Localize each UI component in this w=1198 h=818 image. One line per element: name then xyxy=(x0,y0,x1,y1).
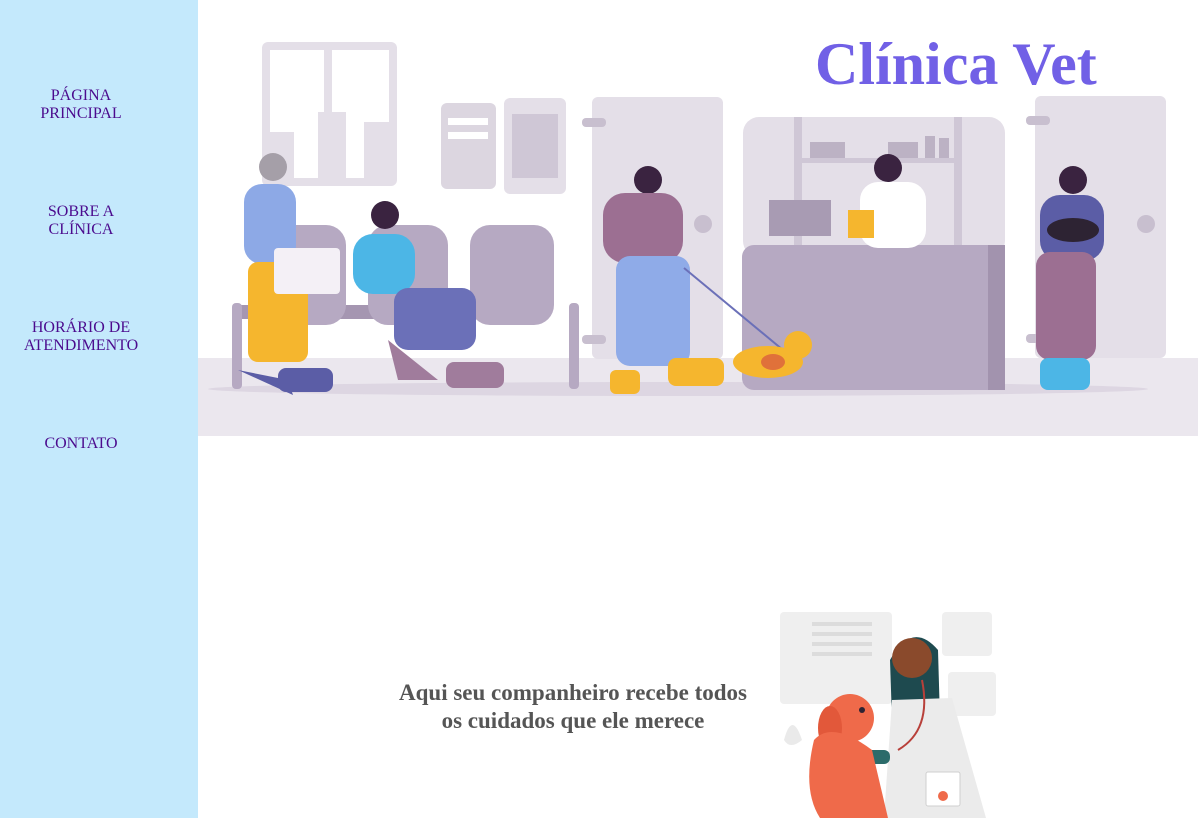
nav-link-hours[interactable]: HORÁRIO DE ATENDIMENTO xyxy=(0,319,198,355)
nav-link-home[interactable]: PÁGINA PRINCIPAL xyxy=(0,87,198,123)
hero-banner: Clínica Vet xyxy=(198,0,1198,436)
nav-link-home-line1: PÁGINA xyxy=(50,87,112,104)
nav-link-contact[interactable]: CONTATO xyxy=(0,435,198,453)
sidebar-nav: PÁGINA PRINCIPAL SOBRE A CLÍNICA HORÁRIO D… xyxy=(0,0,198,818)
nav-link-about-line1: SOBRE A xyxy=(47,203,115,220)
tagline-line-2: os cuidados que ele merece xyxy=(441,708,705,733)
vet-with-dog-illustration xyxy=(780,612,996,818)
nav-link-about[interactable]: SOBRE A CLÍNICA xyxy=(0,203,198,239)
page-title: Clínica Vet xyxy=(815,31,1097,97)
nav-link-hours-line1: HORÁRIO DE xyxy=(31,319,131,336)
tagline: Aqui seu companheiro recebe todos os cui… xyxy=(388,679,758,735)
nav-link-about-line2: CLÍNICA xyxy=(48,221,114,238)
nav-link-contact-line1: CONTATO xyxy=(44,435,118,452)
tagline-line-1: Aqui seu companheiro recebe todos xyxy=(399,680,747,705)
nav-link-hours-line2: ATENDIMENTO xyxy=(23,337,139,354)
nav-link-home-line2: PRINCIPAL xyxy=(40,105,122,122)
